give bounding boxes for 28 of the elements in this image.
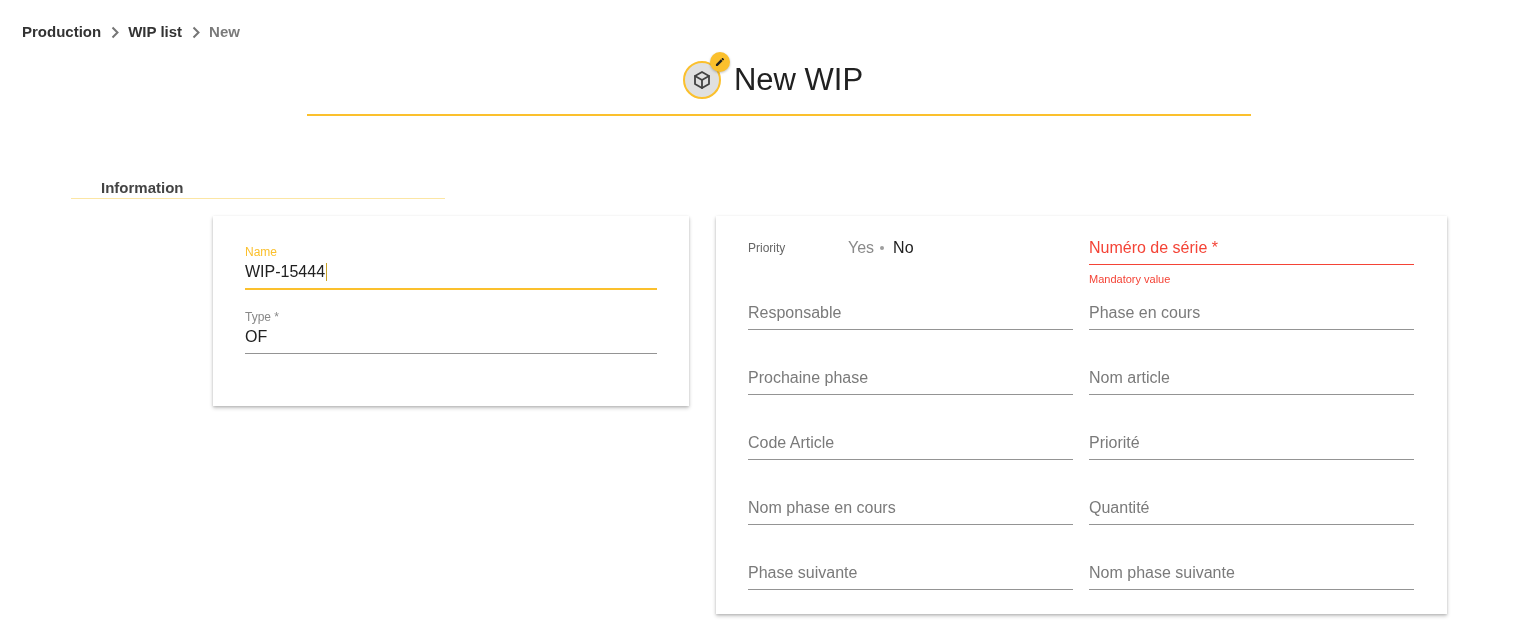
text-field[interactable]: Nom phase en cours <box>748 480 1073 525</box>
field-label: Priority <box>748 240 787 256</box>
text-field[interactable]: Code Article <box>748 415 1073 460</box>
text-field[interactable]: Phase en cours <box>1089 285 1414 330</box>
chevron-right-icon <box>192 25 201 39</box>
text-field[interactable]: Phase suivante <box>748 545 1073 590</box>
text-field[interactable]: Responsable <box>748 285 1073 330</box>
text-field[interactable]: Nom article <box>1089 350 1414 395</box>
text-cursor-icon <box>326 263 328 281</box>
chevron-right-icon <box>111 25 120 39</box>
section-title: Information <box>100 178 185 198</box>
text-field[interactable]: Type * OF <box>245 309 657 354</box>
breadcrumb-current: New <box>209 22 240 42</box>
cube-icon <box>682 61 721 99</box>
breadcrumb-link[interactable]: Production <box>22 22 102 42</box>
text-field[interactable]: Priorité <box>1089 415 1414 460</box>
text-field[interactable]: Prochaine phase <box>748 350 1073 395</box>
pencil-icon[interactable] <box>709 52 730 72</box>
breadcrumb-link[interactable]: WIP list <box>128 22 183 42</box>
text-field[interactable]: Numéro de série * <box>1089 220 1414 265</box>
toggle-option[interactable]: Yes <box>848 236 875 260</box>
separator-dot-icon <box>880 246 885 250</box>
toggle-option[interactable]: No <box>893 236 914 260</box>
text-field[interactable]: Quantité <box>1089 480 1414 525</box>
text-field[interactable]: Name WIP-15444 <box>245 244 657 290</box>
text-field[interactable]: Nom phase suivante <box>1089 545 1414 590</box>
error-message: Mandatory value <box>1089 273 1171 285</box>
page-title: New WIP <box>733 61 864 99</box>
